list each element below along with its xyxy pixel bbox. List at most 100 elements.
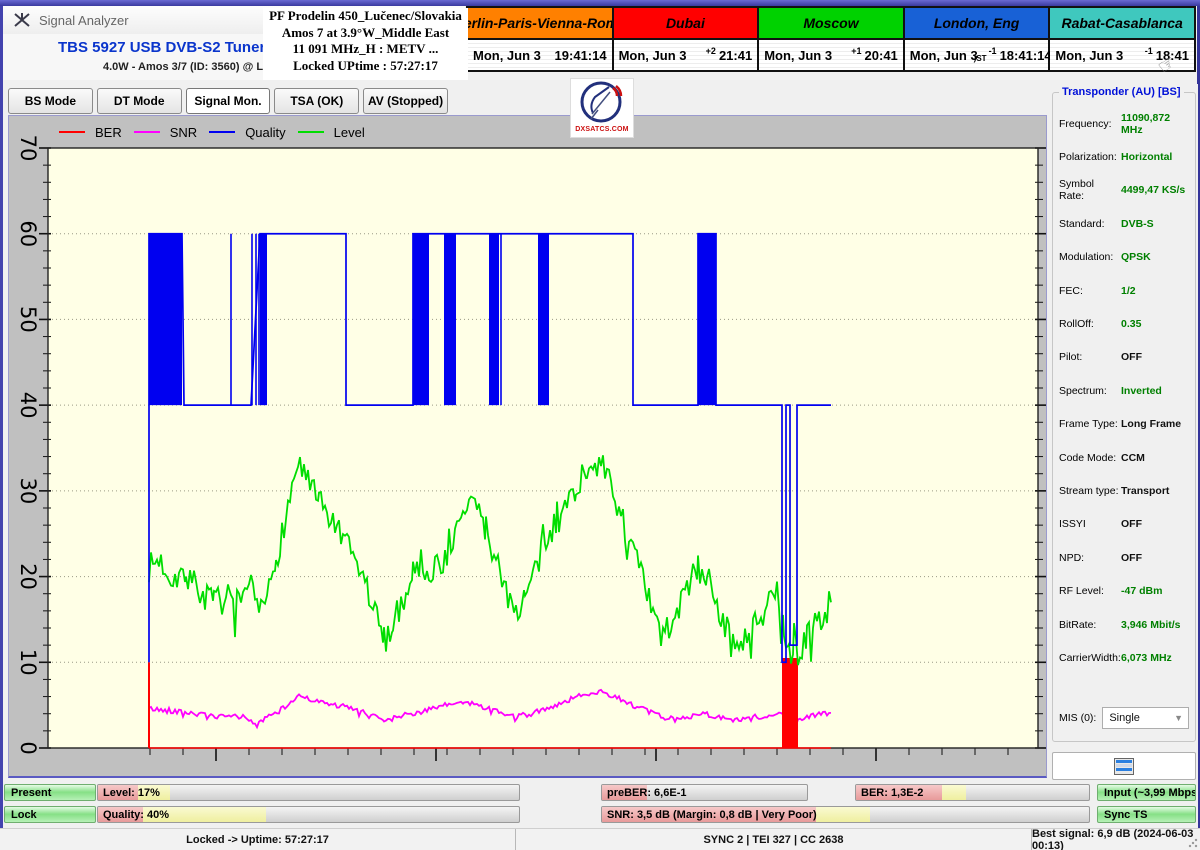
- transponder-value: DVB-S: [1121, 218, 1154, 230]
- transponder-value: QPSK: [1121, 251, 1151, 263]
- status-badge-present: Present: [4, 784, 96, 801]
- transponder-row: CarrierWidth:6,073 MHz: [1053, 641, 1195, 674]
- clock-time: 20:41: [865, 48, 898, 63]
- transponder-row: Symbol Rate:4499,47 KS/s: [1053, 174, 1195, 207]
- transponder-row: ISSYIOFF: [1053, 508, 1195, 541]
- transponder-row: NPD:OFF: [1053, 541, 1195, 574]
- clock-time-row: Mon, Jun 3+221:41: [614, 40, 758, 70]
- clock-dst-note: )ST: [974, 54, 987, 63]
- transponder-label: Polarization:: [1059, 151, 1121, 163]
- transponder-row: Spectrum:Inverted: [1053, 374, 1195, 407]
- clock-city-label: Rabat-Casablanca: [1050, 8, 1194, 40]
- transponder-value: OFF: [1121, 552, 1142, 564]
- clock-date: Mon, Jun 3: [1055, 48, 1144, 63]
- clock-date: Mon, Jun 3: [764, 48, 851, 63]
- world-clocks: Berlin-Paris-Vienna-RomaMon, Jun 319:41:…: [466, 6, 1196, 72]
- transponder-value: 4499,47 KS/s: [1121, 184, 1185, 196]
- mis-value: Single: [1109, 712, 1140, 724]
- transponder-title: Transponder (AU) [BS]: [1059, 86, 1184, 98]
- resize-grip[interactable]: [1188, 838, 1198, 848]
- logo-caption: DXSATCS.COM: [575, 126, 628, 133]
- progress-bar-quality: Quality: 40%: [97, 806, 520, 823]
- mis-label: MIS (0):: [1059, 712, 1096, 724]
- clock-time: 18:41:14: [1000, 48, 1052, 63]
- transponder-label: Frequency:: [1059, 118, 1121, 130]
- status-bar: Locked -> Uptime: 57:27:17SYNC 2 | TEI 3…: [0, 828, 1200, 850]
- transport-stream-button[interactable]: [1052, 752, 1196, 780]
- transponder-value: CCM: [1121, 452, 1145, 464]
- info-line: 11 091 MHz_H : METV ...: [263, 41, 468, 58]
- clock-column: Berlin-Paris-Vienna-RomaMon, Jun 319:41:…: [468, 8, 614, 70]
- transponder-row: Frequency:11090,872 MHz: [1053, 107, 1195, 140]
- clock-time-row: Mon, Jun 319:41:14: [468, 40, 612, 70]
- dxsatcs-logo: DXSATCS.COM: [570, 78, 634, 138]
- transponder-row: Polarization:Horizontal: [1053, 140, 1195, 173]
- mis-select[interactable]: Single ▼: [1102, 707, 1189, 729]
- status-section-0: Locked -> Uptime: 57:27:17: [0, 829, 516, 850]
- svg-text:70: 70: [16, 135, 40, 162]
- mode-tabs: BS ModeDT ModeSignal Mon.TSA (OK)AV (Sto…: [8, 88, 448, 114]
- svg-text:60: 60: [16, 220, 40, 247]
- clock-column: London, EngMon, Jun 3)ST-118:41:14: [905, 8, 1051, 70]
- transponder-row: Frame Type:Long Frame: [1053, 408, 1195, 441]
- progress-bar-level: Level: 17%: [97, 784, 520, 801]
- clock-time-row: Mon, Jun 3+120:41: [759, 40, 903, 70]
- tab-signal-mon-[interactable]: Signal Mon.: [186, 88, 271, 114]
- clock-city-label: Dubai: [614, 8, 758, 40]
- satellite-dish-icon: [579, 79, 625, 125]
- transponder-value: OFF: [1121, 351, 1142, 363]
- transponder-label: Standard:: [1059, 218, 1121, 230]
- tab-tsa-ok-[interactable]: TSA (OK): [274, 88, 359, 114]
- tab-dt-mode[interactable]: DT Mode: [97, 88, 182, 114]
- signal-chart: BERSNRQualityLevel 010203040506070: [8, 115, 1047, 778]
- transponder-value: Inverted: [1121, 385, 1162, 397]
- transponder-label: ISSYI: [1059, 518, 1121, 530]
- info-line: Locked UPtime : 57:27:17: [263, 58, 468, 75]
- bar-label: Quality: 40%: [103, 809, 169, 821]
- transponder-value: 0.35: [1121, 318, 1141, 330]
- transponder-value: -47 dBm: [1121, 585, 1162, 597]
- transponder-value: Horizontal: [1121, 151, 1172, 163]
- clock-city-label: London, Eng: [905, 8, 1049, 40]
- transponder-value: OFF: [1121, 518, 1142, 530]
- bar-label: preBER: 6,6E-1: [607, 787, 686, 799]
- svg-text:30: 30: [16, 477, 40, 504]
- clock-utc-offset: -1: [989, 46, 997, 56]
- transponder-label: Stream type:: [1059, 485, 1121, 497]
- status-badge-lock: Lock: [4, 806, 96, 823]
- info-line: Amos 7 at 3.9°W_Middle East: [263, 25, 468, 42]
- status-section-1: SYNC 2 | TEI 327 | CC 2638: [516, 829, 1032, 850]
- transponder-label: Pilot:: [1059, 351, 1121, 363]
- transponder-label: RF Level:: [1059, 585, 1121, 597]
- tab-av-stopped-[interactable]: AV (Stopped): [363, 88, 448, 114]
- info-line: PF Prodelin 450_Lučenec/Slovakia: [263, 8, 468, 25]
- transponder-value: 3,946 Mbit/s: [1121, 619, 1181, 631]
- clock-column: MoscowMon, Jun 3+120:41: [759, 8, 905, 70]
- transponder-label: CarrierWidth:: [1059, 652, 1121, 664]
- status-badge-sync: Sync TS: [1097, 806, 1196, 823]
- window-border-left: [0, 6, 3, 850]
- tuner-name: TBS 5927 USB DVB-S2 Tuner: [58, 39, 265, 56]
- transponder-row: Modulation:QPSK: [1053, 241, 1195, 274]
- svg-text:20: 20: [16, 563, 40, 590]
- clock-time: 19:41:14: [555, 48, 607, 63]
- bar-label: SNR: 3,5 dB (Margin: 0,8 dB | Very Poor): [607, 809, 817, 821]
- site-info-block: PF Prodelin 450_Lučenec/SlovakiaAmos 7 a…: [263, 8, 468, 80]
- app-icon: [13, 12, 31, 28]
- transponder-value: Long Frame: [1121, 418, 1181, 430]
- transponder-value: 6,073 MHz: [1121, 652, 1172, 664]
- bar-label: Level: 17%: [103, 787, 160, 799]
- clock-utc-offset: +2: [706, 46, 716, 56]
- tab-bs-mode[interactable]: BS Mode: [8, 88, 93, 114]
- transponder-value: Transport: [1121, 485, 1169, 497]
- transponder-row: BitRate:3,946 Mbit/s: [1053, 608, 1195, 641]
- bar-fill-yellow-zone: [942, 785, 965, 800]
- transponder-row: Pilot:OFF: [1053, 341, 1195, 374]
- progress-bar-snr: SNR: 3,5 dB (Margin: 0,8 dB | Very Poor): [601, 806, 1090, 823]
- clock-city-label: Berlin-Paris-Vienna-Roma: [468, 8, 612, 40]
- transponder-row: RF Level:-47 dBm: [1053, 574, 1195, 607]
- transponder-groupbox: Transponder (AU) [BS] Frequency:11090,87…: [1052, 92, 1196, 742]
- clock-date: Mon, Jun 3: [473, 48, 555, 63]
- transponder-value: 1/2: [1121, 285, 1136, 297]
- transponder-label: FEC:: [1059, 285, 1121, 297]
